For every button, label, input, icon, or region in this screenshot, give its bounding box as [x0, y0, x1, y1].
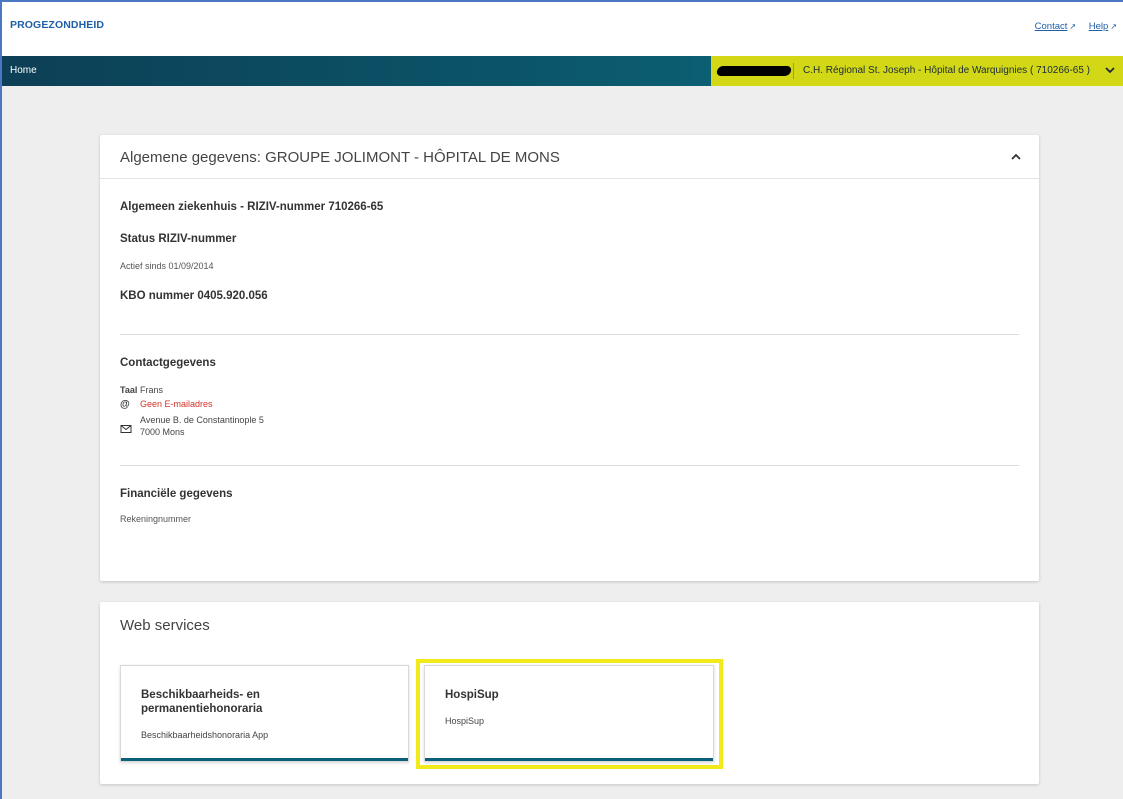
general-info-title: Algemene gegevens: GROUPE JOLIMONT - HÔP…: [120, 149, 560, 166]
service-tile-hospisup[interactable]: HospiSup HospiSup: [424, 665, 714, 762]
service-tile-title: HospiSup: [445, 689, 499, 701]
address-line-2: 7000 Mons: [140, 427, 185, 437]
contact-title: Contactgegevens: [120, 357, 216, 369]
section-divider: [120, 334, 1019, 335]
status-label: Status RIZIV-nummer: [120, 233, 237, 245]
service-tile-title: Beschikbaarheids- en permanentiehonorari…: [141, 689, 263, 715]
web-services-title: Web services: [120, 617, 210, 634]
hospital-type-line: Algemeen ziekenhuis - RIZIV-nummer 71026…: [120, 201, 384, 213]
selector-divider: [793, 63, 794, 79]
tile-accent-bar: [425, 758, 713, 761]
general-info-header[interactable]: Algemene gegevens: GROUPE JOLIMONT - HÔP…: [100, 135, 1039, 179]
help-link[interactable]: Help ↗: [1089, 21, 1117, 32]
section-divider: [120, 465, 1019, 466]
address-block: Avenue B. de Constantinople 5 7000 Mons: [140, 415, 264, 437]
nav-bar: Home C.H. Régional St. Joseph - Hôpital …: [2, 56, 1123, 86]
organization-label: C.H. Régional St. Joseph - Hôpital de Wa…: [803, 65, 1091, 76]
language-label: Taal: [120, 385, 138, 395]
contact-link-label: Contact: [1034, 21, 1068, 32]
account-number-label: Rekeningnummer: [120, 514, 192, 524]
kbo-number-line: KBO nummer 0405.920.056: [120, 290, 268, 302]
status-value: Actief sinds 01/09/2014: [120, 261, 214, 271]
top-header: PROGEZONDHEID Contact ↗ Help ↗: [2, 2, 1123, 56]
help-link-label: Help: [1088, 21, 1109, 32]
language-row: Taal Frans: [120, 385, 163, 395]
brand-logo[interactable]: PROGEZONDHEID: [10, 19, 104, 31]
top-links: Contact ↗ Help ↗: [1025, 21, 1117, 32]
general-info-card: Algemene gegevens: GROUPE JOLIMONT - HÔP…: [100, 135, 1039, 581]
address-line-1: Avenue B. de Constantinople 5: [140, 415, 264, 425]
web-services-card: Web services Beschikbaarheids- en perman…: [100, 602, 1039, 784]
chevron-up-icon[interactable]: [1009, 150, 1023, 164]
tile-accent-bar: [121, 758, 408, 761]
financial-title: Financiële gegevens: [120, 488, 233, 500]
external-link-icon: ↗: [1110, 22, 1117, 31]
external-link-icon: ↗: [1069, 22, 1077, 31]
redacted-user-name: [715, 66, 793, 76]
nav-home-link[interactable]: Home: [10, 65, 37, 76]
main-content: Algemene gegevens: GROUPE JOLIMONT - HÔP…: [2, 86, 1123, 799]
contact-link[interactable]: Contact ↗: [1035, 21, 1076, 32]
service-tile-subtitle: Beschikbaarheidshonoraria App: [141, 730, 269, 740]
service-tile-subtitle: HospiSup: [445, 716, 485, 726]
chevron-down-icon[interactable]: [1103, 63, 1117, 77]
organization-selector[interactable]: C.H. Régional St. Joseph - Hôpital de Wa…: [711, 56, 1123, 86]
at-icon: @: [120, 399, 130, 410]
language-value: Frans: [140, 385, 164, 395]
envelope-icon: [120, 415, 140, 437]
address-row: Avenue B. de Constantinople 5 7000 Mons: [120, 415, 264, 437]
email-value: Geen E-mailadres: [140, 399, 213, 409]
email-row: @ Geen E-mailadres: [120, 399, 213, 410]
service-tile-beschikbaarheid[interactable]: Beschikbaarheids- en permanentiehonorari…: [120, 665, 409, 762]
